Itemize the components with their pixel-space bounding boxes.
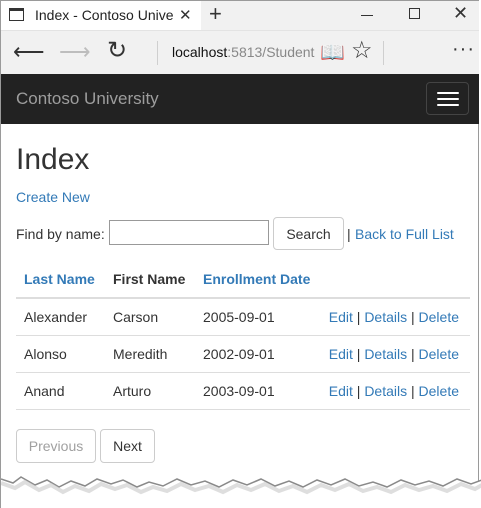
separator: | [356, 345, 361, 362]
page-icon [9, 8, 24, 21]
forward-arrow-icon[interactable]: ⟶ [59, 39, 91, 65]
more-menu-icon[interactable]: ··· [452, 38, 475, 61]
edit-link[interactable]: Edit [329, 309, 353, 325]
separator: | [411, 382, 415, 399]
first-name-cell: Carson [105, 298, 195, 336]
torn-edge [1, 476, 481, 508]
row-actions: Edit | Details | Delete [319, 335, 470, 373]
actions-header [319, 261, 470, 299]
minimize-icon[interactable] [361, 15, 373, 16]
back-arrow-icon[interactable]: ⟵ [13, 39, 45, 65]
delete-link[interactable]: Delete [419, 383, 459, 399]
row-actions: Edit | Details | Delete [319, 372, 470, 410]
site-navbar: Contoso University [1, 74, 479, 124]
last-name-cell: Alexander [16, 298, 105, 336]
window-close-icon[interactable]: ✕ [453, 3, 468, 24]
separator: | [356, 382, 361, 399]
edit-link[interactable]: Edit [329, 383, 353, 399]
reading-view-icon[interactable]: 📖 [320, 40, 345, 65]
first-name-cell: Arturo [105, 372, 195, 410]
sort-last-name-link[interactable]: Last Name [16, 261, 105, 299]
create-new-link[interactable]: Create New [16, 189, 90, 205]
browser-window: Index - Contoso Univers ✕ + ✕ ⟵ ⟶ ↻ loca… [0, 0, 481, 508]
separator: | [411, 308, 415, 325]
next-page-button[interactable]: Next [100, 429, 155, 463]
search-button[interactable]: Search [273, 217, 344, 250]
close-tab-icon[interactable]: ✕ [179, 6, 192, 24]
enrollment-date-cell: 2003-09-01 [195, 372, 320, 410]
first-name-cell: Meredith [105, 335, 195, 373]
divider [383, 41, 384, 65]
url-host: localhost [172, 44, 228, 60]
details-link[interactable]: Details [364, 383, 407, 399]
sort-enrollment-date-link[interactable]: Enrollment Date [195, 261, 320, 299]
details-link[interactable]: Details [364, 309, 407, 325]
address-field[interactable]: localhost:5813/Student [172, 44, 314, 60]
delete-link[interactable]: Delete [419, 346, 459, 362]
find-by-name-label: Find by name: [16, 226, 105, 242]
page-title: Index [16, 143, 90, 176]
table-header-row: Last Name First Name Enrollment Date [16, 261, 470, 299]
search-input[interactable] [109, 220, 269, 245]
divider [157, 41, 158, 65]
separator: | [411, 345, 415, 362]
tab-bar: Index - Contoso Univers ✕ + ✕ [1, 1, 479, 30]
maximize-icon[interactable] [409, 8, 420, 19]
first-name-header: First Name [105, 261, 195, 299]
url-path: :5813/Student [227, 44, 315, 60]
delete-link[interactable]: Delete [419, 309, 459, 325]
tab-title: Index - Contoso Univers [35, 7, 173, 23]
separator: | [347, 226, 351, 242]
details-link[interactable]: Details [364, 346, 407, 362]
refresh-icon[interactable]: ↻ [107, 36, 127, 65]
hamburger-menu-icon[interactable] [426, 82, 469, 115]
back-to-full-list-link[interactable]: Back to Full List [355, 226, 454, 242]
table-row: Anand Arturo 2003-09-01 Edit | Details | De… [16, 372, 470, 410]
edit-link[interactable]: Edit [329, 346, 353, 362]
row-actions: Edit | Details | Delete [319, 298, 470, 336]
enrollment-date-cell: 2002-09-01 [195, 335, 320, 373]
new-tab-icon[interactable]: + [209, 1, 222, 27]
last-name-cell: Anand [16, 372, 105, 410]
separator: | [356, 308, 361, 325]
table-row: Alexander Carson 2005-09-01 Edit | Details … [16, 298, 470, 336]
previous-page-button[interactable]: Previous [16, 429, 96, 463]
browser-tab[interactable]: Index - Contoso Univers ✕ [1, 1, 201, 30]
last-name-cell: Alonso [16, 335, 105, 373]
site-brand[interactable]: Contoso University [16, 89, 159, 109]
enrollment-date-cell: 2005-09-01 [195, 298, 320, 336]
favorite-star-icon[interactable]: ☆ [351, 36, 373, 65]
address-bar-row: ⟵ ⟶ ↻ localhost:5813/Student 📖 ☆ ··· [1, 30, 479, 74]
table-row: Alonso Meredith 2002-09-01 Edit | Details |… [16, 335, 470, 373]
students-table: Last Name First Name Enrollment Date Ale… [16, 261, 470, 410]
